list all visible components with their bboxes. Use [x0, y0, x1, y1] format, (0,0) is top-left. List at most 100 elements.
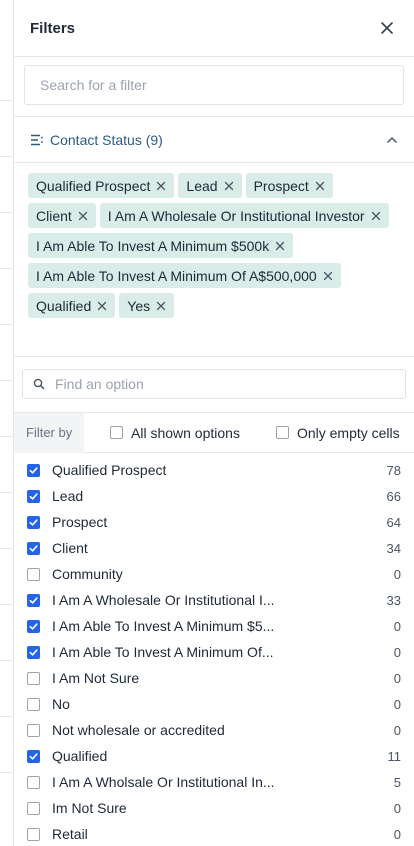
- remove-chip-icon[interactable]: [97, 301, 107, 311]
- option-count: 0: [393, 618, 401, 634]
- option-label: I Am Able To Invest A Minimum $5...: [52, 618, 275, 634]
- option-count: 78: [386, 462, 401, 478]
- selected-chip: I Am Able To Invest A Minimum Of A$500,0…: [28, 263, 341, 288]
- checked-checkbox[interactable]: [27, 645, 40, 659]
- option-row[interactable]: No 0: [14, 691, 414, 717]
- option-row[interactable]: Not wholesale or accredited 0: [14, 717, 414, 743]
- option-count: 0: [393, 566, 401, 582]
- filter-search-placeholder: Search for a filter: [40, 77, 147, 93]
- option-count: 5: [393, 774, 401, 790]
- panel-title: Filters: [30, 19, 76, 37]
- all-shown-checkbox[interactable]: [110, 426, 123, 439]
- checked-checkbox[interactable]: [27, 463, 40, 477]
- remove-chip-icon[interactable]: [275, 241, 285, 251]
- option-row[interactable]: Community 0: [14, 561, 414, 587]
- unchecked-checkbox[interactable]: [27, 697, 40, 711]
- option-row[interactable]: I Am Able To Invest A Minimum Of... 0: [14, 639, 414, 665]
- unchecked-checkbox[interactable]: [27, 671, 40, 685]
- option-count: 33: [386, 592, 401, 608]
- option-row[interactable]: Client 34: [14, 535, 414, 561]
- option-label: Prospect: [52, 514, 108, 530]
- remove-chip-icon[interactable]: [156, 301, 166, 311]
- background-table-edge: [0, 0, 14, 846]
- unchecked-checkbox[interactable]: [27, 775, 40, 789]
- close-button[interactable]: [376, 17, 398, 39]
- option-label: Lead: [52, 488, 84, 504]
- option-count: 66: [386, 488, 401, 504]
- remove-chip-icon[interactable]: [323, 271, 333, 281]
- checked-checkbox[interactable]: [27, 489, 40, 503]
- option-count: 64: [386, 514, 401, 530]
- unchecked-checkbox[interactable]: [27, 723, 40, 737]
- selected-chip: I Am Able To Invest A Minimum $500k: [28, 233, 294, 258]
- selected-chip: Qualified: [28, 293, 116, 318]
- chevron-up-icon[interactable]: [386, 136, 398, 144]
- option-row[interactable]: Qualified Prospect 78: [14, 457, 414, 483]
- option-label: Not wholesale or accredited: [52, 722, 225, 738]
- filter-list-icon: [31, 134, 43, 145]
- option-label: Qualified: [52, 748, 108, 764]
- checked-checkbox[interactable]: [27, 749, 40, 763]
- chip-label: I Am A Wholesale Or Institutional Invest…: [107, 207, 365, 224]
- only-empty-cells-toggle[interactable]: Only empty cells: [275, 424, 400, 441]
- selected-chip: I Am A Wholesale Or Institutional Invest…: [99, 203, 389, 228]
- filter-by-label: Filter by: [14, 412, 84, 453]
- option-search-input[interactable]: Find an option: [22, 369, 406, 399]
- option-row[interactable]: I Am A Wholsale Or Institutional In... 5: [14, 769, 414, 795]
- option-label: Community: [52, 566, 123, 582]
- option-label: I Am Not Sure: [52, 670, 140, 686]
- filter-search-input[interactable]: Search for a filter: [24, 65, 404, 105]
- option-count: 0: [393, 800, 401, 816]
- remove-chip-icon[interactable]: [78, 211, 88, 221]
- search-icon: [33, 378, 45, 390]
- remove-chip-icon[interactable]: [224, 181, 234, 191]
- chip-label: Qualified Prospect: [36, 177, 151, 194]
- unchecked-checkbox[interactable]: [27, 567, 40, 581]
- chip-label: Lead: [186, 177, 218, 194]
- option-label: I Am Able To Invest A Minimum Of...: [52, 644, 274, 660]
- option-count: 0: [393, 644, 401, 660]
- chip-label: I Am Able To Invest A Minimum $500k: [36, 237, 270, 254]
- option-row[interactable]: I Am Able To Invest A Minimum $5... 0: [14, 613, 414, 639]
- option-count: 0: [393, 826, 401, 842]
- option-row[interactable]: Im Not Sure 0: [14, 795, 414, 821]
- unchecked-checkbox[interactable]: [27, 827, 40, 841]
- option-row[interactable]: Qualified 11: [14, 743, 414, 769]
- chip-label: Prospect: [253, 177, 309, 194]
- option-row[interactable]: Retail 0: [14, 821, 414, 846]
- option-label: Im Not Sure: [52, 800, 127, 816]
- option-count: 34: [386, 540, 401, 556]
- option-row[interactable]: Prospect 64: [14, 509, 414, 535]
- unchecked-checkbox[interactable]: [27, 801, 40, 815]
- checked-checkbox[interactable]: [27, 541, 40, 555]
- all-shown-options-toggle[interactable]: All shown options: [110, 425, 240, 441]
- chip-label: Yes: [127, 297, 151, 314]
- option-count: 0: [393, 696, 401, 712]
- option-label: Client: [52, 540, 88, 556]
- option-row[interactable]: I Am A Wholesale Or Institutional I... 33: [14, 587, 414, 613]
- option-list: Qualified Prospect 78 Lead 66 Prospect 64 Clie…: [14, 453, 414, 846]
- option-label: Qualified Prospect: [52, 462, 167, 478]
- filter-search-wrap: Search for a filter: [14, 57, 414, 117]
- remove-chip-icon[interactable]: [315, 181, 325, 191]
- checked-checkbox[interactable]: [27, 619, 40, 633]
- checked-checkbox[interactable]: [27, 593, 40, 607]
- only-empty-label: Only empty cells: [296, 424, 400, 441]
- filters-panel: Filters Search for a filter Contact Stat…: [14, 0, 414, 846]
- option-search-placeholder: Find an option: [55, 376, 144, 392]
- selected-chip: Yes: [119, 293, 175, 318]
- chip-label: Client: [36, 207, 72, 224]
- only-empty-checkbox[interactable]: [275, 426, 289, 439]
- option-label: Retail: [52, 826, 88, 842]
- option-row[interactable]: Lead 66: [14, 483, 414, 509]
- remove-chip-icon[interactable]: [371, 211, 381, 221]
- selected-chip: Prospect: [245, 173, 333, 198]
- option-count: 0: [393, 722, 401, 738]
- chip-label: Qualified: [36, 297, 92, 314]
- all-shown-label: All shown options: [131, 424, 240, 441]
- contact-status-section-header[interactable]: Contact Status (9): [14, 117, 414, 163]
- remove-chip-icon[interactable]: [156, 181, 166, 191]
- option-row[interactable]: I Am Not Sure 0: [14, 665, 414, 691]
- checked-checkbox[interactable]: [27, 515, 40, 529]
- option-label: No: [52, 696, 70, 712]
